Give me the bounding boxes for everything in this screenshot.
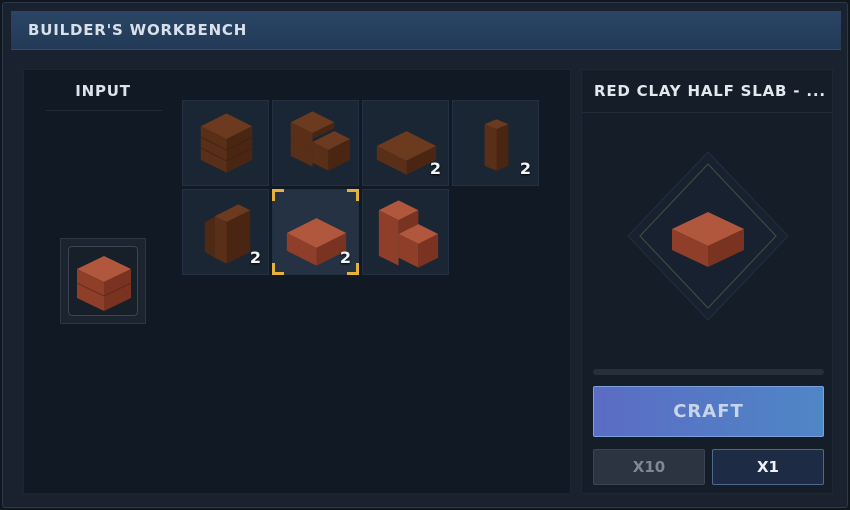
- selection-corner: [347, 263, 359, 275]
- detail-panel: RED CLAY HALF SLAB - ... CRAFT X10 X1: [581, 69, 833, 494]
- selection-corner: [272, 263, 284, 275]
- recipe-title: RED CLAY HALF SLAB - ...: [594, 82, 824, 100]
- workbench-window: BUILDER'S WORKBENCH INPUT 2 2 2 2 RED CL…: [2, 2, 848, 508]
- item-count: 2: [429, 159, 441, 178]
- selection-corner: [347, 189, 359, 201]
- input-slot[interactable]: [60, 238, 146, 324]
- selection-corner: [272, 189, 284, 201]
- output-slot-selected[interactable]: 2: [272, 189, 359, 275]
- brick-stairs-icon: [290, 111, 351, 171]
- craft-x10-button[interactable]: X10: [593, 449, 705, 485]
- brick-block-icon: [200, 113, 253, 173]
- item-count: 2: [249, 248, 261, 267]
- craft-x1-button[interactable]: X1: [712, 449, 824, 485]
- red-clay-stairs-icon: [378, 200, 439, 268]
- output-slot[interactable]: 2: [182, 189, 269, 275]
- output-slot[interactable]: [272, 100, 359, 186]
- window-title: BUILDER'S WORKBENCH: [28, 21, 248, 39]
- craft-button[interactable]: CRAFT: [593, 386, 824, 437]
- output-slot[interactable]: [182, 100, 269, 186]
- divider: [46, 110, 162, 111]
- title-bar: BUILDER'S WORKBENCH: [11, 11, 841, 50]
- output-slot[interactable]: [362, 189, 449, 275]
- item-count: 2: [519, 159, 531, 178]
- output-slot[interactable]: 2: [452, 100, 539, 186]
- recipe-panel: INPUT 2 2 2 2: [23, 69, 571, 494]
- input-label: INPUT: [75, 82, 131, 100]
- red-clay-block-icon: [76, 256, 132, 311]
- input-slot-frame: [68, 246, 138, 316]
- preview-frame: [627, 151, 789, 321]
- divider: [582, 112, 832, 113]
- output-slot[interactable]: 2: [362, 100, 449, 186]
- craft-progress-bar: [593, 369, 824, 375]
